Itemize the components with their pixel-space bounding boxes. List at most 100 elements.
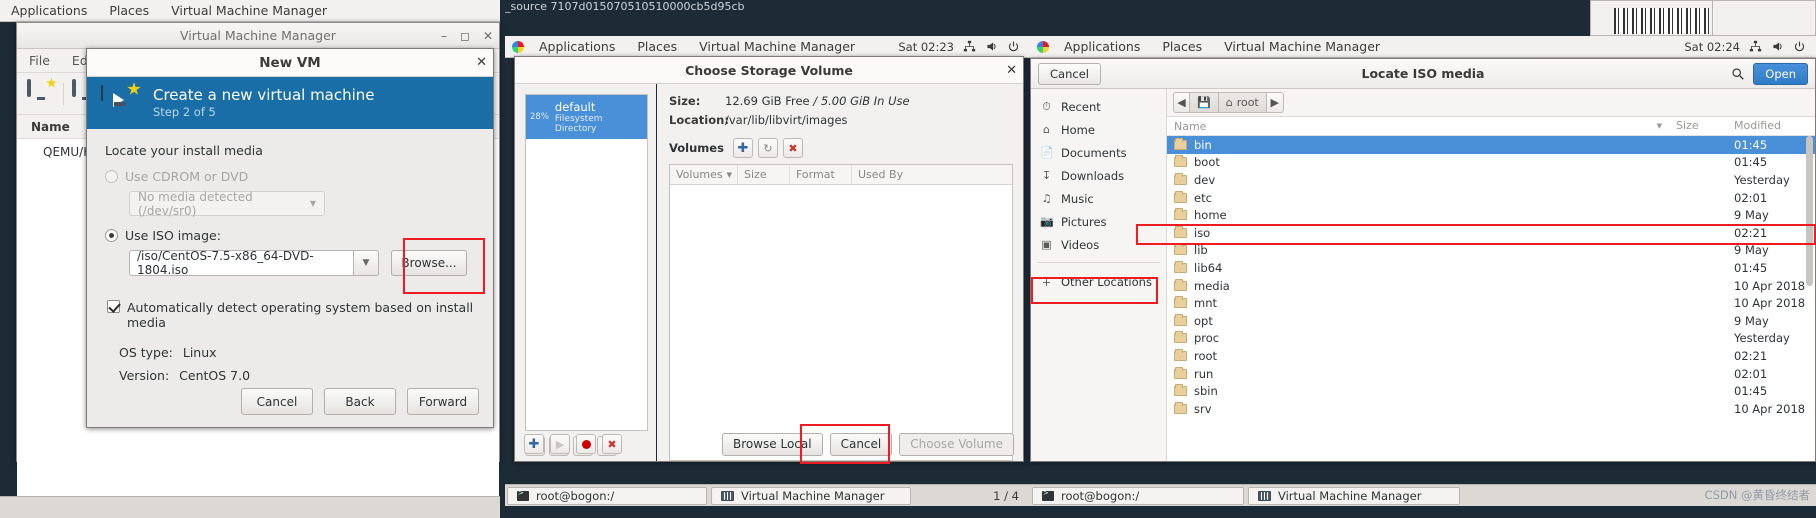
file-row[interactable]: boot 01:45 [1167,154,1815,172]
menu-places[interactable]: Places [626,39,688,54]
file-row[interactable]: bin 01:45 [1167,136,1815,154]
iso-history-dropdown[interactable]: ▼ [353,250,379,276]
taskbar-item-vmm[interactable]: Virtual Machine Manager [711,486,911,505]
file-row[interactable]: home 9 May [1167,206,1815,224]
menu-applications[interactable]: Applications [0,3,98,18]
file-row[interactable]: lib 9 May [1167,242,1815,260]
device-icon[interactable]: 💾 [1190,92,1219,113]
file-row[interactable]: dev Yesterday [1167,171,1815,189]
path-button-root[interactable]: ⌂ root [1218,92,1267,113]
file-row[interactable]: etc 02:01 [1167,189,1815,207]
new-vm-titlebar[interactable]: New VM ✕ [87,49,493,77]
file-row[interactable]: mnt 10 Apr 2018 [1167,294,1815,312]
file-row[interactable]: run 02:01 [1167,365,1815,383]
taskbar-item-terminal[interactable]: root@bogon:/ [1032,486,1244,505]
close-icon[interactable]: ✕ [1006,63,1017,78]
cancel-button[interactable]: Cancel [1038,62,1101,85]
menu-places[interactable]: Places [1151,39,1213,54]
refresh-volumes-icon[interactable]: ↻ [757,138,778,158]
sidebar-item-home[interactable]: ⌂ Home [1031,118,1166,141]
taskbar-left[interactable] [0,496,500,518]
file-list-pane[interactable]: ◀ 💾 ⌂ root ▶ Name ▼ Size Modified bin 01:… [1167,89,1815,461]
scrollbar-thumb[interactable] [1806,136,1813,286]
maximize-icon[interactable]: ◻ [460,29,470,43]
file-row[interactable]: root 02:21 [1167,347,1815,365]
cdrom-media-select[interactable]: No media detected (/dev/sr0) ▼ [129,190,325,218]
volume-toolbar[interactable]: Volumes ✚ ↻ ✖ [669,138,1013,158]
file-row[interactable]: iso 02:21 [1167,224,1815,242]
taskbar-item-terminal[interactable]: root@bogon:/ [507,486,707,505]
new-vm-dialog[interactable]: New VM ✕ Create a new virtual machine St… [86,48,494,428]
storage-pool-list[interactable]: 28% default Filesystem Directory [525,94,648,431]
file-list[interactable]: bin 01:45 boot 01:45 dev Yesterday etc 02:01 hom… [1167,136,1815,461]
clock[interactable]: Sat 02:23 [898,40,954,54]
network-icon[interactable] [1749,40,1762,53]
sidebar-item-videos[interactable]: ▣ Videos [1031,233,1166,256]
forward-button[interactable]: Forward [407,388,479,415]
forward-arrow-icon[interactable]: ▶ [1266,92,1284,113]
taskbar-item-vmm[interactable]: Virtual Machine Manager [1248,486,1460,505]
cdrom-radio[interactable] [105,170,118,183]
file-row[interactable]: lib64 01:45 [1167,259,1815,277]
taskbar-right[interactable]: root@bogon:/ Virtual Machine Manager CSD… [1030,484,1816,506]
active-app-title[interactable]: Virtual Machine Manager [1213,39,1391,54]
locate-iso-media-dialog[interactable]: Cancel Locate ISO media Open ⏱ Recent ⌂ … [1030,58,1816,462]
search-icon[interactable] [1731,67,1745,81]
sidebar-item-pictures[interactable]: 📷 Pictures [1031,210,1166,233]
file-row[interactable]: srv 10 Apr 2018 [1167,400,1815,418]
back-button[interactable]: Back [324,388,396,415]
workspace-pager[interactable]: 1 / 4 [982,489,1030,503]
power-icon[interactable] [1793,40,1806,53]
iso-radio-row[interactable]: Use ISO image: [105,228,475,243]
sidebar-item-other-locations[interactable]: + Other Locations [1031,269,1166,295]
autodetect-checkbox[interactable] [107,300,120,313]
browse-button[interactable]: Browse... [391,250,467,276]
new-vm-icon[interactable] [27,77,57,107]
autodetect-row[interactable]: Automatically detect operating system ba… [107,300,475,330]
start-pool-footer-icon[interactable]: ▶ [550,434,570,454]
sidebar-item-documents[interactable]: 📄 Documents [1031,141,1166,164]
close-icon[interactable]: ✕ [476,55,487,70]
iso-radio[interactable] [105,229,118,242]
add-volume-footer-icon[interactable]: ✚ [524,434,544,454]
volumes-table-header[interactable]: Volumes ▼ Size Format Used By [670,165,1012,185]
storage-pool-pane[interactable]: 28% default Filesystem Directory ✚ ▶ ✖ [515,84,657,461]
cdrom-radio-row[interactable]: Use CDROM or DVD [105,169,475,184]
list-item[interactable]: 28% default Filesystem Directory [526,95,647,140]
file-row[interactable]: proc Yesterday [1167,330,1815,348]
active-app-title[interactable]: Virtual Machine Manager [160,3,338,18]
clock[interactable]: Sat 02:24 [1684,40,1740,54]
cancel-button[interactable]: Cancel [829,432,893,456]
storage-titlebar[interactable]: Choose Storage Volume ✕ [515,57,1023,84]
file-row[interactable]: media 10 Apr 2018 [1167,277,1815,295]
volume-icon[interactable] [985,40,998,53]
file-list-scrollbar[interactable] [1806,136,1813,386]
open-button[interactable]: Open [1753,62,1808,85]
menu-file[interactable]: File [29,53,50,68]
storage-dialog-footer[interactable]: ✚ ▶ ✖ Browse Local Cancel Choose Volume [515,427,1023,461]
path-bar[interactable]: ◀ 💾 ⌂ root ▶ [1167,89,1815,117]
power-icon[interactable] [1007,40,1020,53]
close-icon[interactable]: ✕ [483,29,493,43]
menu-applications[interactable]: Applications [528,39,626,54]
back-arrow-icon[interactable]: ◀ [1173,92,1190,113]
network-icon[interactable] [963,40,976,53]
file-chooser-header[interactable]: Cancel Locate ISO media Open [1031,59,1815,89]
browse-local-button[interactable]: Browse Local [721,432,823,456]
places-sidebar[interactable]: ⏱ Recent ⌂ Home 📄 Documents ↧ Downloads … [1031,89,1167,461]
menu-applications[interactable]: Applications [1053,39,1151,54]
sidebar-item-downloads[interactable]: ↧ Downloads [1031,164,1166,187]
file-row[interactable]: sbin 01:45 [1167,382,1815,400]
stop-pool-footer-icon[interactable] [576,434,596,454]
cancel-button[interactable]: Cancel [241,388,313,415]
vmm-titlebar[interactable]: Virtual Machine Manager – ◻ ✕ [17,23,499,49]
taskbar-middle[interactable]: root@bogon:/ Virtual Machine Manager 1 /… [505,484,1030,506]
volume-icon[interactable] [1771,40,1784,53]
menu-places[interactable]: Places [98,3,160,18]
iso-path-input[interactable]: /iso/CentOS-7.5-x86_64-DVD-1804.iso [129,249,353,277]
minimize-icon[interactable]: – [441,29,447,43]
delete-volume-icon[interactable]: ✖ [782,138,803,158]
active-app-title[interactable]: Virtual Machine Manager [688,39,866,54]
delete-pool-footer-icon[interactable]: ✖ [602,434,622,454]
file-row[interactable]: opt 9 May [1167,312,1815,330]
